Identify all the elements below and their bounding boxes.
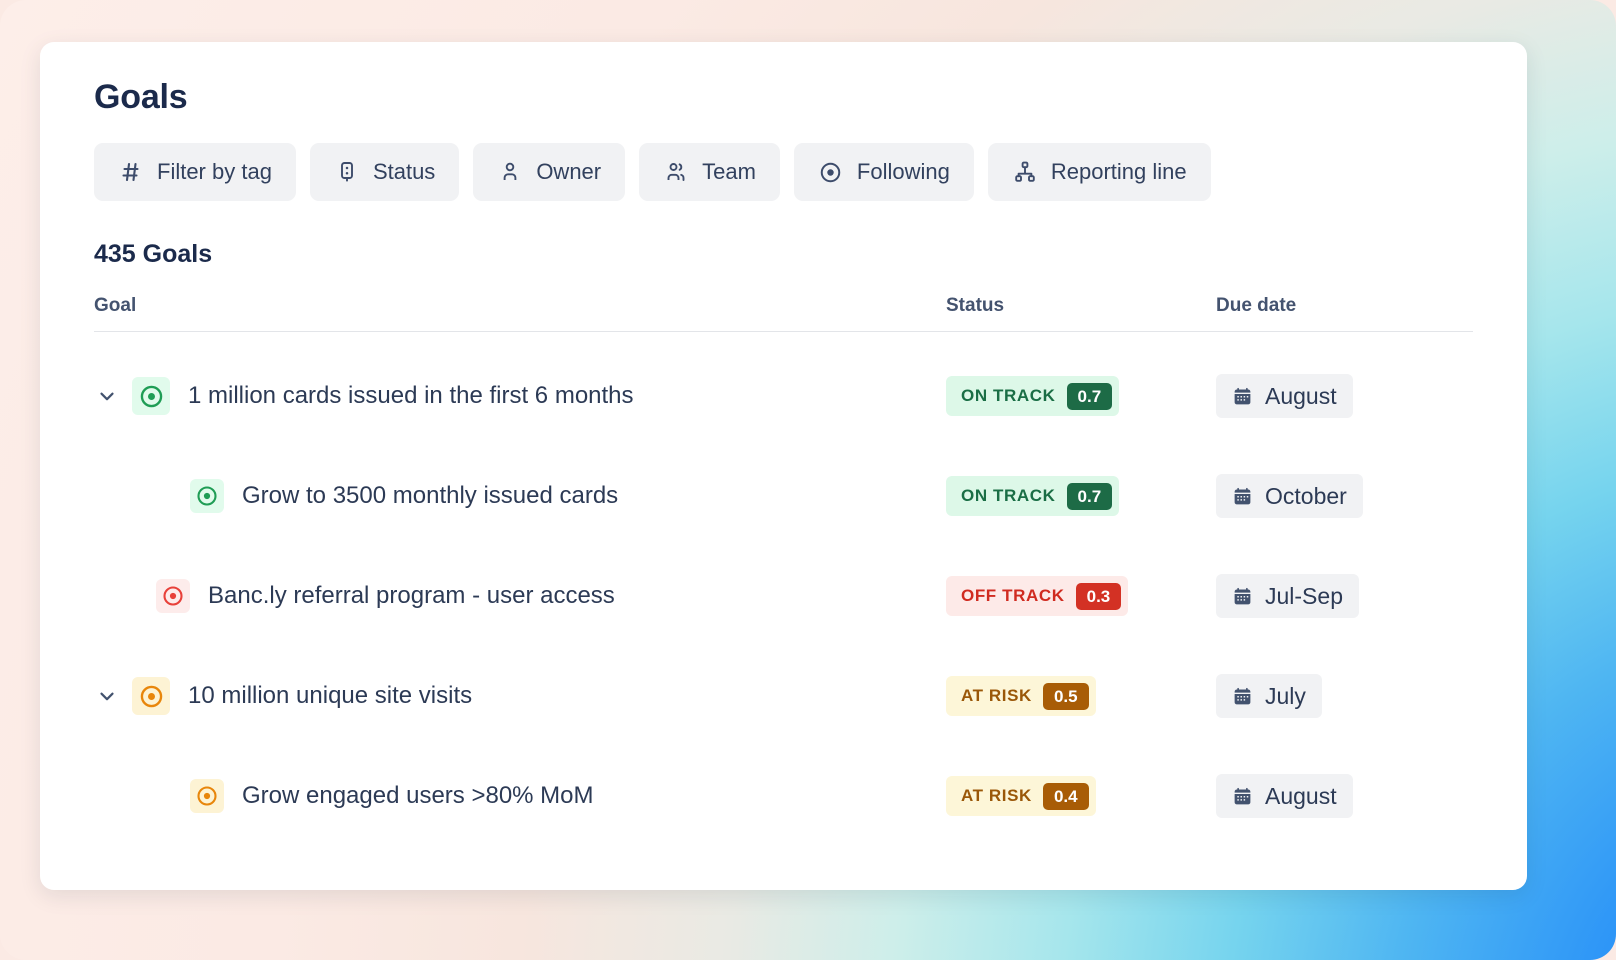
due-date-label: Jul-Sep	[1265, 583, 1343, 610]
filter-chip-label: Reporting line	[1051, 159, 1187, 185]
goal-target-icon	[132, 677, 170, 715]
table-body: 1 million cards issued in the first 6 mo…	[94, 332, 1473, 846]
goal-cell: Banc.ly referral program - user access	[94, 579, 946, 613]
filter-chip-filter-by-tag[interactable]: Filter by tag	[94, 143, 296, 201]
calendar-icon	[1232, 686, 1253, 707]
column-header-goal: Goal	[94, 295, 946, 317]
due-date-cell: October	[1216, 474, 1473, 518]
goal-target-icon	[156, 579, 190, 613]
table-row[interactable]: Banc.ly referral program - user access OF…	[94, 546, 1473, 646]
due-date-label: October	[1265, 483, 1347, 510]
org-chart-icon	[1012, 159, 1038, 185]
calendar-icon	[1232, 586, 1253, 607]
table-row[interactable]: Grow engaged users >80% MoM AT RISK 0.4 Au…	[94, 746, 1473, 846]
filter-chip-following[interactable]: Following	[794, 143, 974, 201]
due-date-badge[interactable]: August	[1216, 774, 1353, 818]
goals-table: Goal Status Due date 1 million cards iss…	[94, 295, 1473, 846]
due-date-label: August	[1265, 783, 1337, 810]
filter-chip-status[interactable]: Status	[310, 143, 459, 201]
table-row[interactable]: Grow to 3500 monthly issued cards ON TRAC…	[94, 446, 1473, 546]
goal-title: Grow to 3500 monthly issued cards	[242, 482, 618, 510]
table-row[interactable]: 10 million unique site visitsAT RISK0.5 …	[94, 646, 1473, 746]
goal-title: 10 million unique site visits	[188, 682, 472, 710]
due-date-badge[interactable]: August	[1216, 374, 1353, 418]
chevron-down-icon[interactable]	[94, 383, 120, 409]
goal-title: Banc.ly referral program - user access	[208, 582, 615, 610]
due-date-cell: Jul-Sep	[1216, 574, 1473, 618]
status-label: AT RISK	[961, 686, 1032, 706]
hash-icon	[118, 159, 144, 185]
calendar-icon	[1232, 786, 1253, 807]
goal-target-icon	[190, 779, 224, 813]
goals-card: Goals Filter by tag Status Owner Team Fo…	[40, 42, 1527, 890]
status-score: 0.4	[1043, 783, 1089, 810]
status-score: 0.7	[1067, 383, 1113, 410]
status-badge[interactable]: ON TRACK 0.7	[946, 476, 1119, 516]
goal-target-icon	[132, 377, 170, 415]
filter-chip-owner[interactable]: Owner	[473, 143, 625, 201]
status-cell: OFF TRACK 0.3	[946, 576, 1216, 616]
card-content: Goals Filter by tag Status Owner Team Fo…	[40, 42, 1527, 846]
chevron-down-icon[interactable]	[94, 683, 120, 709]
status-cell: ON TRACK 0.7	[946, 376, 1216, 416]
goal-target-icon	[190, 479, 224, 513]
status-badge[interactable]: ON TRACK 0.7	[946, 376, 1119, 416]
status-label: ON TRACK	[961, 386, 1056, 406]
filter-chip-label: Status	[373, 159, 435, 185]
page-title: Goals	[94, 80, 1473, 114]
due-date-badge[interactable]: October	[1216, 474, 1363, 518]
goal-cell: 10 million unique site visits	[94, 677, 946, 715]
filter-bar: Filter by tag Status Owner Team Followin…	[94, 143, 1473, 201]
table-header-row: Goal Status Due date	[94, 295, 1473, 332]
status-badge[interactable]: OFF TRACK 0.3	[946, 576, 1128, 616]
filter-chip-label: Filter by tag	[157, 159, 272, 185]
status-cell: AT RISK 0.5	[946, 676, 1216, 716]
due-date-badge[interactable]: July	[1216, 674, 1322, 718]
goal-cell: 1 million cards issued in the first 6 mo…	[94, 377, 946, 415]
column-header-status: Status	[946, 295, 1216, 317]
status-label: AT RISK	[961, 786, 1032, 806]
status-badge[interactable]: AT RISK 0.5	[946, 676, 1096, 716]
due-date-label: August	[1265, 383, 1337, 410]
status-label: ON TRACK	[961, 486, 1056, 506]
filter-chip-label: Owner	[536, 159, 601, 185]
goals-count-label: 435 Goals	[94, 240, 1473, 269]
status-indicator-icon	[334, 159, 360, 185]
filter-chip-team[interactable]: Team	[639, 143, 780, 201]
status-badge[interactable]: AT RISK 0.4	[946, 776, 1096, 816]
calendar-icon	[1232, 486, 1253, 507]
filter-chip-reporting-line[interactable]: Reporting line	[988, 143, 1211, 201]
goal-cell: Grow engaged users >80% MoM	[94, 779, 946, 813]
people-icon	[663, 159, 689, 185]
table-row[interactable]: 1 million cards issued in the first 6 mo…	[94, 346, 1473, 446]
goal-title: Grow engaged users >80% MoM	[242, 782, 594, 810]
status-label: OFF TRACK	[961, 586, 1065, 606]
goal-cell: Grow to 3500 monthly issued cards	[94, 479, 946, 513]
due-date-cell: July	[1216, 674, 1473, 718]
due-date-badge[interactable]: Jul-Sep	[1216, 574, 1359, 618]
status-cell: AT RISK 0.4	[946, 776, 1216, 816]
status-score: 0.3	[1076, 583, 1122, 610]
calendar-icon	[1232, 386, 1253, 407]
eye-target-icon	[818, 159, 844, 185]
column-header-due-date: Due date	[1216, 295, 1473, 317]
filter-chip-label: Following	[857, 159, 950, 185]
status-cell: ON TRACK 0.7	[946, 476, 1216, 516]
status-score: 0.5	[1043, 683, 1089, 710]
due-date-cell: August	[1216, 374, 1473, 418]
person-icon	[497, 159, 523, 185]
status-score: 0.7	[1067, 483, 1113, 510]
filter-chip-label: Team	[702, 159, 756, 185]
goal-title: 1 million cards issued in the first 6 mo…	[188, 382, 634, 410]
due-date-cell: August	[1216, 774, 1473, 818]
due-date-label: July	[1265, 683, 1306, 710]
